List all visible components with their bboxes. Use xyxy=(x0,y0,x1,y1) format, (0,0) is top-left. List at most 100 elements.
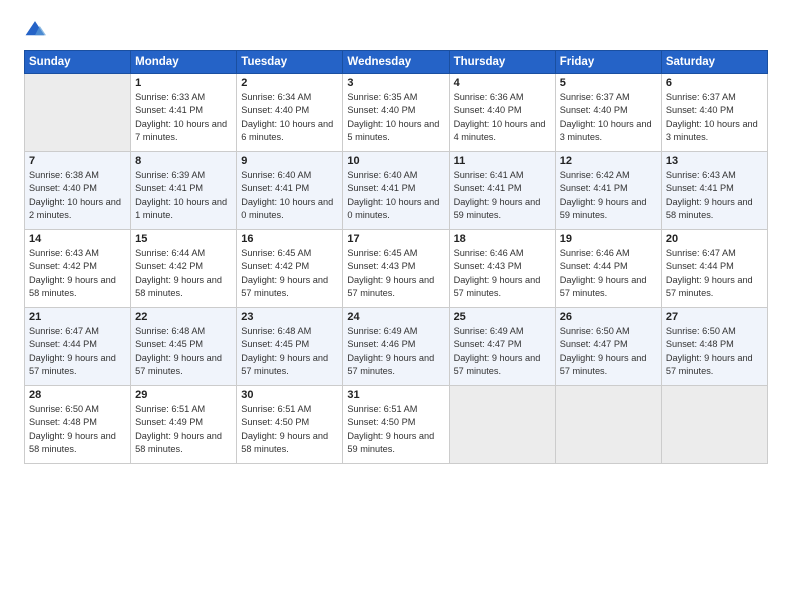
day-number: 22 xyxy=(135,311,232,323)
cell-content: Sunrise: 6:46 AMSunset: 4:43 PMDaylight:… xyxy=(454,247,551,300)
day-number: 13 xyxy=(666,155,763,167)
calendar-cell: 13 Sunrise: 6:43 AMSunset: 4:41 PMDayligh… xyxy=(661,152,767,230)
day-number: 19 xyxy=(560,233,657,245)
logo-icon xyxy=(24,18,46,40)
day-number: 25 xyxy=(454,311,551,323)
day-number: 26 xyxy=(560,311,657,323)
calendar-cell: 14Sunrise: 6:43 AMSunset: 4:42 PMDayligh… xyxy=(25,230,131,308)
day-number: 29 xyxy=(135,389,232,401)
cell-content: Sunrise: 6:36 AMSunset: 4:40 PMDaylight:… xyxy=(454,91,551,144)
day-number: 23 xyxy=(241,311,338,323)
weekday-header-monday: Monday xyxy=(131,51,237,74)
cell-content: Sunrise: 6:51 AMSunset: 4:50 PMDaylight:… xyxy=(241,403,338,456)
calendar-cell: 2Sunrise: 6:34 AMSunset: 4:40 PMDaylight… xyxy=(237,74,343,152)
calendar-cell: 24 Sunrise: 6:49 AMSunset: 4:46 PMDayligh… xyxy=(343,308,449,386)
cell-content: Sunrise: 6:34 AMSunset: 4:40 PMDaylight:… xyxy=(241,91,338,144)
day-number: 3 xyxy=(347,77,444,89)
cell-content: Sunrise: 6:47 AMSunset: 4:44 PMDaylight:… xyxy=(666,247,763,300)
calendar-cell: 9 Sunrise: 6:40 AMSunset: 4:41 PMDaylight… xyxy=(237,152,343,230)
calendar-cell: 11 Sunrise: 6:41 AMSunset: 4:41 PMDayligh… xyxy=(449,152,555,230)
calendar-cell xyxy=(555,386,661,464)
cell-content: Sunrise: 6:40 AMSunset: 4:41 PMDaylight:… xyxy=(347,169,444,222)
calendar-table: SundayMondayTuesdayWednesdayThursdayFrid… xyxy=(24,50,768,464)
cell-content: Sunrise: 6:40 AMSunset: 4:41 PMDaylight:… xyxy=(241,169,338,222)
calendar-cell: 20 Sunrise: 6:47 AMSunset: 4:44 PMDayligh… xyxy=(661,230,767,308)
calendar-cell: 26 Sunrise: 6:50 AMSunset: 4:47 PMDayligh… xyxy=(555,308,661,386)
calendar-cell: 19Sunrise: 6:46 AMSunset: 4:44 PMDayligh… xyxy=(555,230,661,308)
calendar-cell: 28 Sunrise: 6:50 AMSunset: 4:48 PMDayligh… xyxy=(25,386,131,464)
calendar-cell: 7 Sunrise: 6:38 AMSunset: 4:40 PMDaylight… xyxy=(25,152,131,230)
day-number: 5 xyxy=(560,77,657,89)
calendar-cell: 3 Sunrise: 6:35 AMSunset: 4:40 PMDaylight… xyxy=(343,74,449,152)
calendar-cell: 5 Sunrise: 6:37 AMSunset: 4:40 PMDaylight… xyxy=(555,74,661,152)
cell-content: Sunrise: 6:37 AMSunset: 4:40 PMDaylight:… xyxy=(560,91,657,144)
calendar-week-4: 28 Sunrise: 6:50 AMSunset: 4:48 PMDayligh… xyxy=(25,386,768,464)
cell-content: Sunrise: 6:50 AMSunset: 4:48 PMDaylight:… xyxy=(29,403,126,456)
weekday-header-saturday: Saturday xyxy=(661,51,767,74)
calendar-week-0: 1 Sunrise: 6:33 AMSunset: 4:41 PMDaylight… xyxy=(25,74,768,152)
day-number: 21 xyxy=(29,311,126,323)
calendar-cell: 27 Sunrise: 6:50 AMSunset: 4:48 PMDayligh… xyxy=(661,308,767,386)
cell-content: Sunrise: 6:44 AMSunset: 4:42 PMDaylight:… xyxy=(135,247,232,300)
cell-content: Sunrise: 6:45 AMSunset: 4:42 PMDaylight:… xyxy=(241,247,338,300)
day-number: 14 xyxy=(29,233,126,245)
cell-content: Sunrise: 6:51 AMSunset: 4:50 PMDaylight:… xyxy=(347,403,444,456)
cell-content: Sunrise: 6:33 AMSunset: 4:41 PMDaylight:… xyxy=(135,91,232,144)
cell-content: Sunrise: 6:38 AMSunset: 4:40 PMDaylight:… xyxy=(29,169,126,222)
day-number: 15 xyxy=(135,233,232,245)
calendar-cell: 30 Sunrise: 6:51 AMSunset: 4:50 PMDayligh… xyxy=(237,386,343,464)
day-number: 27 xyxy=(666,311,763,323)
day-number: 16 xyxy=(241,233,338,245)
calendar-cell: 17 Sunrise: 6:45 AMSunset: 4:43 PMDayligh… xyxy=(343,230,449,308)
calendar-cell: 4 Sunrise: 6:36 AMSunset: 4:40 PMDaylight… xyxy=(449,74,555,152)
day-number: 1 xyxy=(135,77,232,89)
calendar-cell: 16 Sunrise: 6:45 AMSunset: 4:42 PMDayligh… xyxy=(237,230,343,308)
calendar-cell: 15 Sunrise: 6:44 AMSunset: 4:42 PMDayligh… xyxy=(131,230,237,308)
day-number: 4 xyxy=(454,77,551,89)
cell-content: Sunrise: 6:50 AMSunset: 4:47 PMDaylight:… xyxy=(560,325,657,378)
cell-content: Sunrise: 6:45 AMSunset: 4:43 PMDaylight:… xyxy=(347,247,444,300)
calendar-cell: 8Sunrise: 6:39 AMSunset: 4:41 PMDaylight… xyxy=(131,152,237,230)
calendar-cell: 25 Sunrise: 6:49 AMSunset: 4:47 PMDayligh… xyxy=(449,308,555,386)
weekday-header-wednesday: Wednesday xyxy=(343,51,449,74)
day-number: 6 xyxy=(666,77,763,89)
day-number: 9 xyxy=(241,155,338,167)
calendar-cell: 18 Sunrise: 6:46 AMSunset: 4:43 PMDayligh… xyxy=(449,230,555,308)
calendar-cell: 29 Sunrise: 6:51 AMSunset: 4:49 PMDayligh… xyxy=(131,386,237,464)
cell-content: Sunrise: 6:48 AMSunset: 4:45 PMDaylight:… xyxy=(241,325,338,378)
calendar-cell: 6Sunrise: 6:37 AMSunset: 4:40 PMDaylight… xyxy=(661,74,767,152)
calendar-cell: 31 Sunrise: 6:51 AMSunset: 4:50 PMDayligh… xyxy=(343,386,449,464)
day-number: 31 xyxy=(347,389,444,401)
cell-content: Sunrise: 6:51 AMSunset: 4:49 PMDaylight:… xyxy=(135,403,232,456)
calendar-week-3: 21 Sunrise: 6:47 AMSunset: 4:44 PMDayligh… xyxy=(25,308,768,386)
cell-content: Sunrise: 6:39 AMSunset: 4:41 PMDaylight:… xyxy=(135,169,232,222)
cell-content: Sunrise: 6:49 AMSunset: 4:46 PMDaylight:… xyxy=(347,325,444,378)
calendar-cell: 21 Sunrise: 6:47 AMSunset: 4:44 PMDayligh… xyxy=(25,308,131,386)
calendar-cell xyxy=(449,386,555,464)
day-number: 28 xyxy=(29,389,126,401)
weekday-header-tuesday: Tuesday xyxy=(237,51,343,74)
weekday-header-friday: Friday xyxy=(555,51,661,74)
cell-content: Sunrise: 6:49 AMSunset: 4:47 PMDaylight:… xyxy=(454,325,551,378)
calendar-cell xyxy=(25,74,131,152)
calendar-week-2: 14Sunrise: 6:43 AMSunset: 4:42 PMDayligh… xyxy=(25,230,768,308)
day-number: 24 xyxy=(347,311,444,323)
day-number: 20 xyxy=(666,233,763,245)
calendar-cell: 23 Sunrise: 6:48 AMSunset: 4:45 PMDayligh… xyxy=(237,308,343,386)
calendar-cell xyxy=(661,386,767,464)
cell-content: Sunrise: 6:47 AMSunset: 4:44 PMDaylight:… xyxy=(29,325,126,378)
day-number: 7 xyxy=(29,155,126,167)
day-number: 10 xyxy=(347,155,444,167)
calendar-cell: 12Sunrise: 6:42 AMSunset: 4:41 PMDayligh… xyxy=(555,152,661,230)
cell-content: Sunrise: 6:41 AMSunset: 4:41 PMDaylight:… xyxy=(454,169,551,222)
cell-content: Sunrise: 6:35 AMSunset: 4:40 PMDaylight:… xyxy=(347,91,444,144)
header-row: SundayMondayTuesdayWednesdayThursdayFrid… xyxy=(25,51,768,74)
day-number: 17 xyxy=(347,233,444,245)
cell-content: Sunrise: 6:50 AMSunset: 4:48 PMDaylight:… xyxy=(666,325,763,378)
cell-content: Sunrise: 6:43 AMSunset: 4:41 PMDaylight:… xyxy=(666,169,763,222)
day-number: 30 xyxy=(241,389,338,401)
day-number: 18 xyxy=(454,233,551,245)
day-number: 11 xyxy=(454,155,551,167)
weekday-header-thursday: Thursday xyxy=(449,51,555,74)
calendar-cell: 10 Sunrise: 6:40 AMSunset: 4:41 PMDayligh… xyxy=(343,152,449,230)
